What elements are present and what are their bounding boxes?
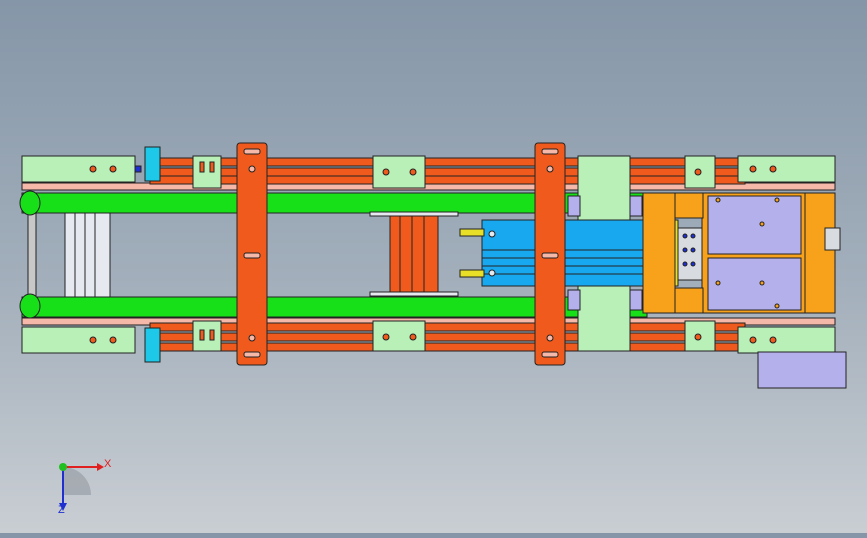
lavender-box-bottom (707, 257, 802, 311)
sensor-block (677, 227, 703, 281)
lavender-strip-bottom-2 (629, 289, 643, 311)
lavender-strip-top-2 (629, 195, 643, 217)
lavender-strip-top (567, 195, 581, 217)
lavender-box-lower (757, 351, 847, 389)
coordinate-triad (59, 463, 104, 511)
bottom-cyan-block (144, 327, 161, 363)
assembly-model[interactable] (19, 142, 847, 389)
right-connector (824, 227, 841, 251)
bottom-belt-end (19, 293, 41, 319)
x-axis-label: X (104, 458, 112, 470)
blue-marker (134, 165, 142, 173)
top-belt-end (19, 190, 41, 216)
lavender-strip-bottom (567, 289, 581, 311)
top-cyan-block (144, 146, 161, 182)
z-axis-label: Z (58, 504, 65, 516)
lavender-box-top (707, 195, 802, 255)
cad-viewport[interactable]: X Z (0, 0, 867, 533)
left-roller-assembly (27, 209, 111, 306)
center-support (369, 211, 459, 298)
